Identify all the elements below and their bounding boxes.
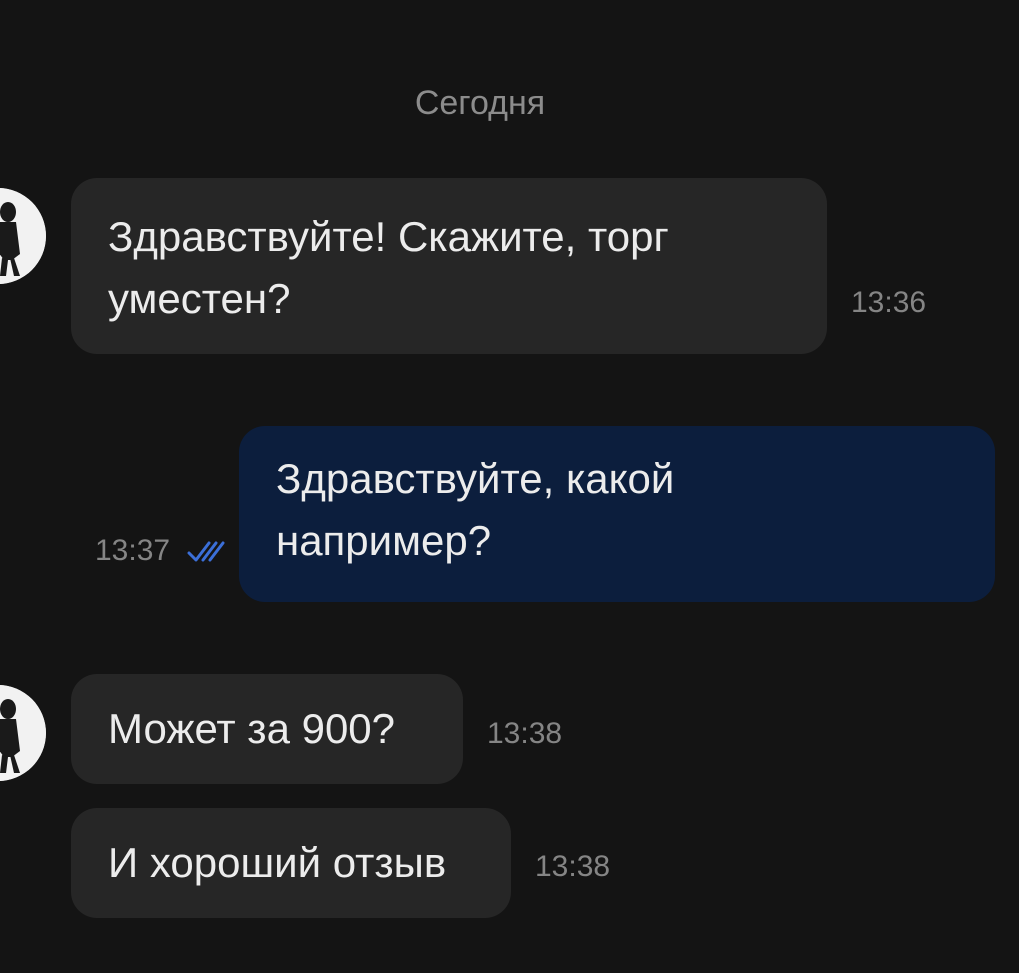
double-check-icon xyxy=(187,541,225,562)
avatar-image-icon xyxy=(0,188,46,284)
message-text: Здравствуйте! Скажите, торг уместен? xyxy=(108,213,669,322)
message-timestamp: 13:36 xyxy=(851,286,927,319)
sender-avatar[interactable] xyxy=(0,685,46,781)
message-text: Может за 900? xyxy=(108,705,396,752)
message-bubble-incoming[interactable]: И хороший отзыв xyxy=(71,808,511,918)
message-timestamp: 13:38 xyxy=(487,717,563,750)
message-bubble-incoming[interactable]: Здравствуйте! Скажите, торг уместен? xyxy=(71,178,827,354)
avatar-image-icon xyxy=(0,685,46,781)
message-text: И хороший отзыв xyxy=(108,839,447,886)
message-timestamp: 13:38 xyxy=(535,850,611,883)
sender-avatar[interactable] xyxy=(0,188,46,284)
message-text: Здравствуйте, какой например? xyxy=(276,455,675,564)
message-timestamp: 13:37 xyxy=(95,534,171,567)
message-bubble-outgoing[interactable]: Здравствуйте, какой например? xyxy=(239,426,995,602)
date-divider: Сегодня xyxy=(414,84,546,122)
message-bubble-incoming[interactable]: Может за 900? xyxy=(71,674,463,784)
